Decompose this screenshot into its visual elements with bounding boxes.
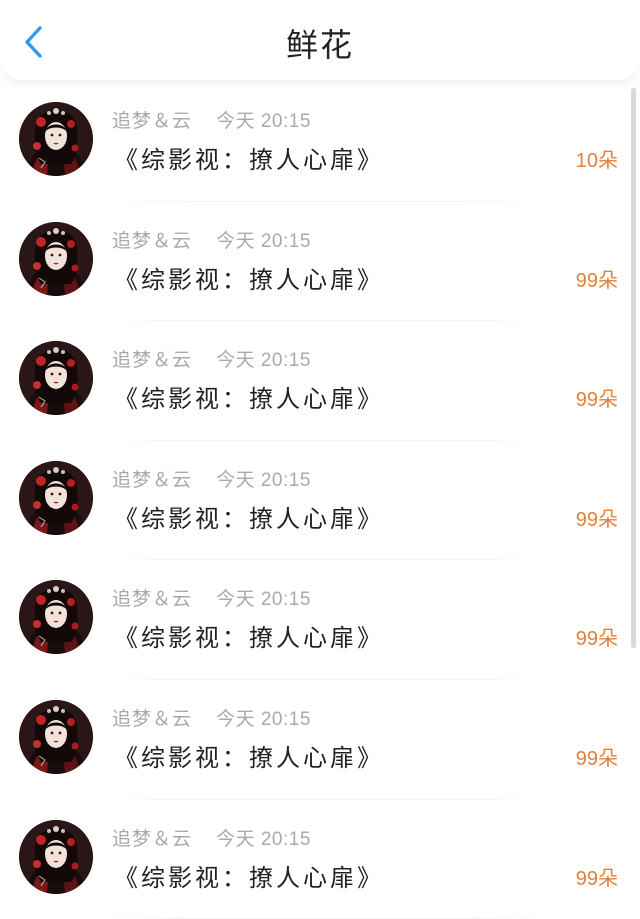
list-item[interactable]: 追梦＆云 今天 20:15 《综影视：撩人心扉》 99朵: [0, 441, 640, 561]
record-meta: 追梦＆云 今天 20:15: [112, 704, 311, 731]
flower-count: 99: [575, 389, 598, 412]
flower-count: 99: [575, 269, 598, 292]
flower-count: 99: [575, 508, 598, 531]
flower-count: 99: [575, 628, 598, 651]
book-title: 《综影视：撩人心扉》: [114, 743, 384, 772]
flower-unit: 朵: [598, 148, 618, 172]
user-name: 追梦＆云: [112, 468, 193, 491]
avatar[interactable]: [19, 221, 93, 296]
avatar-illustration: [19, 460, 93, 535]
avatar[interactable]: [19, 699, 93, 774]
page-title: 鲜花: [285, 26, 354, 64]
record-meta: 追梦＆云 今天 20:15: [112, 465, 311, 492]
avatar[interactable]: [19, 819, 93, 894]
flower-unit: 朵: [598, 387, 618, 412]
record-meta: 追梦＆云 今天 20:15: [112, 584, 311, 611]
flower-amount: 99朵: [576, 503, 618, 532]
book-title: 《综影视：撩人心扉》: [114, 624, 384, 653]
record-meta: 追梦＆云 今天 20:15: [112, 106, 311, 133]
user-name: 追梦＆云: [112, 827, 193, 850]
flower-unit: 朵: [598, 267, 618, 292]
avatar[interactable]: [19, 102, 93, 176]
timestamp: 今天 20:15: [216, 110, 311, 132]
flower-amount: 99朵: [576, 383, 618, 412]
list-item[interactable]: 追梦＆云 今天 20:15 《综影视：撩人心扉》 99朵: [0, 321, 640, 441]
timestamp-day: 今天: [216, 468, 256, 491]
flower-count: 99: [575, 867, 598, 890]
timestamp-time: 20:15: [260, 469, 311, 491]
flower-count: 10: [575, 150, 598, 172]
flower-amount: 99朵: [576, 742, 618, 771]
timestamp-time: 20:15: [260, 828, 311, 850]
avatar-illustration: [19, 580, 93, 655]
avatar-illustration: [19, 221, 93, 296]
timestamp-day: 今天: [216, 827, 256, 850]
user-name: 追梦＆云: [112, 229, 193, 252]
list-item[interactable]: 追梦＆云 今天 20:15 《综影视：撩人心扉》 99朵: [0, 202, 640, 322]
timestamp-time: 20:15: [260, 589, 311, 611]
timestamp-day: 今天: [216, 349, 256, 372]
timestamp-time: 20:15: [260, 708, 311, 730]
avatar-illustration: [19, 819, 93, 894]
timestamp-time: 20:15: [260, 111, 311, 132]
list-item[interactable]: 追梦＆云 今天 20:15 《综影视：撩人心扉》 99朵: [0, 800, 640, 919]
timestamp: 今天 20:15: [216, 349, 311, 372]
flower-count: 99: [575, 747, 598, 770]
avatar[interactable]: [19, 341, 93, 416]
record-meta: 追梦＆云 今天 20:15: [112, 226, 311, 253]
avatar-illustration: [19, 699, 93, 774]
list-item[interactable]: 追梦＆云 今天 20:15 《综影视：撩人心扉》 99朵: [0, 560, 640, 680]
flower-record-list[interactable]: 追梦＆云 今天 20:15 《综影视：撩人心扉》 10朵 追梦＆云 今天 20:…: [0, 82, 640, 919]
flower-amount: 10朵: [576, 144, 618, 173]
record-meta: 追梦＆云 今天 20:15: [112, 345, 311, 372]
user-name: 追梦＆云: [112, 349, 193, 372]
timestamp-day: 今天: [216, 110, 256, 132]
timestamp: 今天 20:15: [216, 588, 311, 611]
timestamp: 今天 20:15: [216, 827, 311, 850]
user-name: 追梦＆云: [112, 588, 193, 611]
timestamp-day: 今天: [216, 707, 256, 730]
flower-amount: 99朵: [576, 862, 618, 891]
timestamp: 今天 20:15: [216, 707, 311, 730]
list-item[interactable]: 追梦＆云 今天 20:15 《综影视：撩人心扉》 10朵: [0, 82, 640, 202]
timestamp: 今天 20:15: [216, 468, 311, 491]
record-meta: 追梦＆云 今天 20:15: [112, 824, 311, 851]
book-title: 《综影视：撩人心扉》: [114, 863, 384, 892]
flower-amount: 99朵: [576, 264, 618, 293]
flower-unit: 朵: [598, 626, 618, 651]
flower-unit: 朵: [598, 865, 618, 890]
scrollbar[interactable]: [631, 88, 636, 648]
flower-amount: 99朵: [576, 622, 618, 651]
top-bar: 鲜花: [0, 0, 640, 80]
book-title: 《综影视：撩人心扉》: [114, 504, 384, 533]
timestamp-day: 今天: [216, 229, 256, 252]
timestamp-day: 今天: [216, 588, 256, 611]
timestamp-time: 20:15: [260, 230, 311, 252]
book-title: 《综影视：撩人心扉》: [114, 265, 384, 294]
user-name: 追梦＆云: [112, 110, 193, 132]
book-title: 《综影视：撩人心扉》: [114, 385, 384, 414]
book-title: 《综影视：撩人心扉》: [114, 146, 384, 174]
user-name: 追梦＆云: [112, 707, 193, 730]
avatar-illustration: [19, 341, 93, 416]
list-item[interactable]: 追梦＆云 今天 20:15 《综影视：撩人心扉》 99朵: [0, 680, 640, 800]
avatar-illustration: [19, 102, 93, 176]
timestamp: 今天 20:15: [216, 229, 311, 252]
avatar[interactable]: [19, 460, 93, 535]
avatar[interactable]: [19, 580, 93, 655]
timestamp-time: 20:15: [260, 350, 311, 372]
flower-unit: 朵: [598, 745, 618, 770]
flower-unit: 朵: [598, 506, 618, 531]
